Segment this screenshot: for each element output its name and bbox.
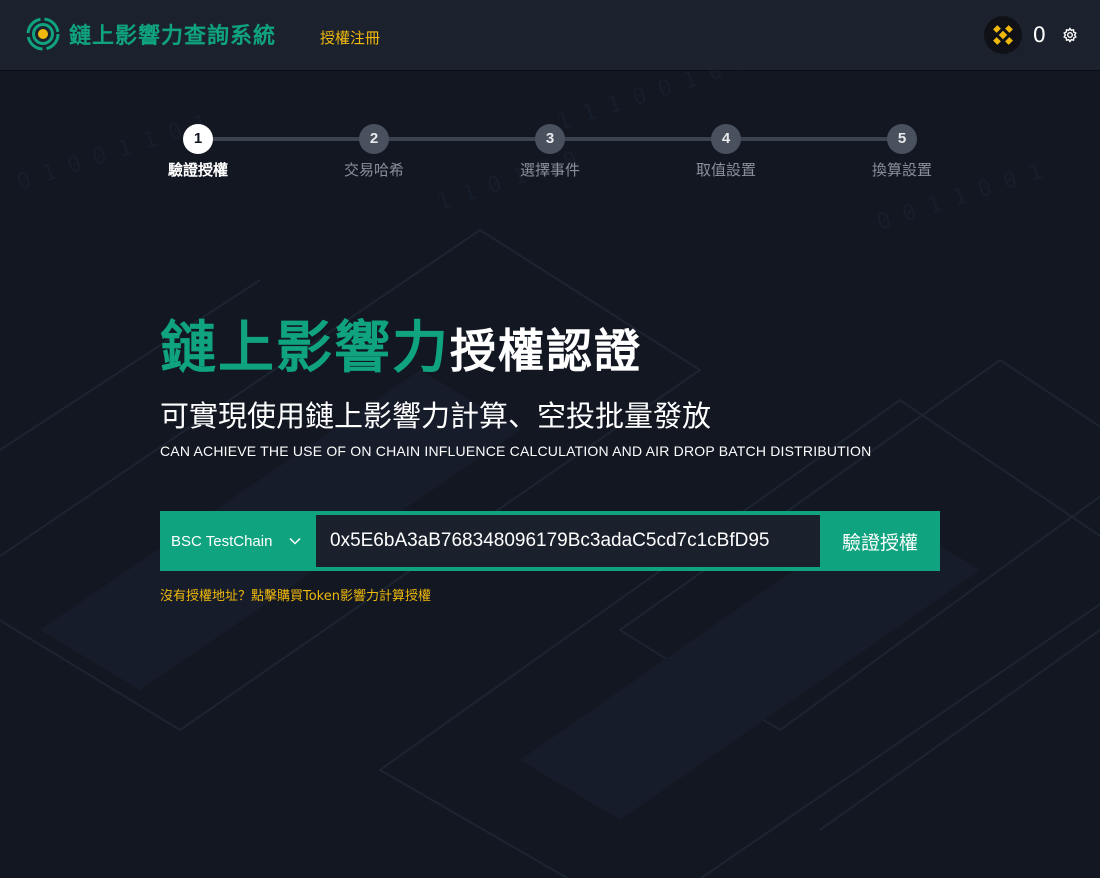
address-input[interactable] [316,515,820,567]
wallet-info: 0 [983,15,1078,55]
brand[interactable]: 鏈上影響力查詢系統 [26,17,276,51]
step-number: 4 [711,124,741,154]
step-number: 5 [887,124,917,154]
step-label: 換算設置 [871,161,932,179]
step-2[interactable]: 2 交易哈希 [334,124,414,180]
step-1[interactable]: 1 驗證授權 [158,124,238,180]
step-number: 2 [359,124,389,154]
brand-logo-icon [26,17,60,51]
step-number: 3 [535,124,565,154]
step-label: 取值設置 [695,161,756,179]
step-number: 1 [183,124,213,154]
step-5[interactable]: 5 換算設置 [862,124,942,180]
verify-authorization-button[interactable]: 驗證授權 [820,511,940,571]
settings-gear-icon[interactable] [1062,27,1078,43]
hero-title: 鏈上影響力授權認證 [160,303,642,384]
bnb-coin-icon [983,16,1022,54]
app-title: 鏈上影響力查詢系統 [69,24,277,49]
buy-token-link[interactable]: 沒有授權地址？點擊購買Token影響力計算授權 [160,585,431,604]
step-label: 交易哈希 [343,161,404,179]
register-authorization-link[interactable]: 授權注冊 [320,27,380,48]
step-label: 選擇事件 [519,161,580,179]
chain-select[interactable]: BSC TestChain [160,511,316,571]
hero-subtitle-english: CAN ACHIEVE THE USE OF ON CHAIN INFLUENC… [160,443,872,459]
authorization-form: BSC TestChain 驗證授權 [160,511,940,571]
top-header: 鏈上影響力查詢系統 授權注冊 0 [0,0,1100,70]
progress-steps: 1 驗證授權 2 交易哈希 3 選擇事件 4 取值設置 5 換算設置 [160,124,942,194]
hero-title-rest: 授權認證 [450,324,642,378]
step-3[interactable]: 3 選擇事件 [510,124,590,180]
token-balance: 0 [1032,23,1046,47]
chevron-down-icon [289,537,301,545]
step-label: 驗證授權 [167,161,228,179]
step-4[interactable]: 4 取值設置 [686,124,766,180]
chain-select-value: BSC TestChain [171,532,273,550]
hero-subtitle: 可實現使用鏈上影響力計算、空投批量發放 [160,399,712,433]
hero-title-highlight: 鏈上影響力 [160,316,450,381]
